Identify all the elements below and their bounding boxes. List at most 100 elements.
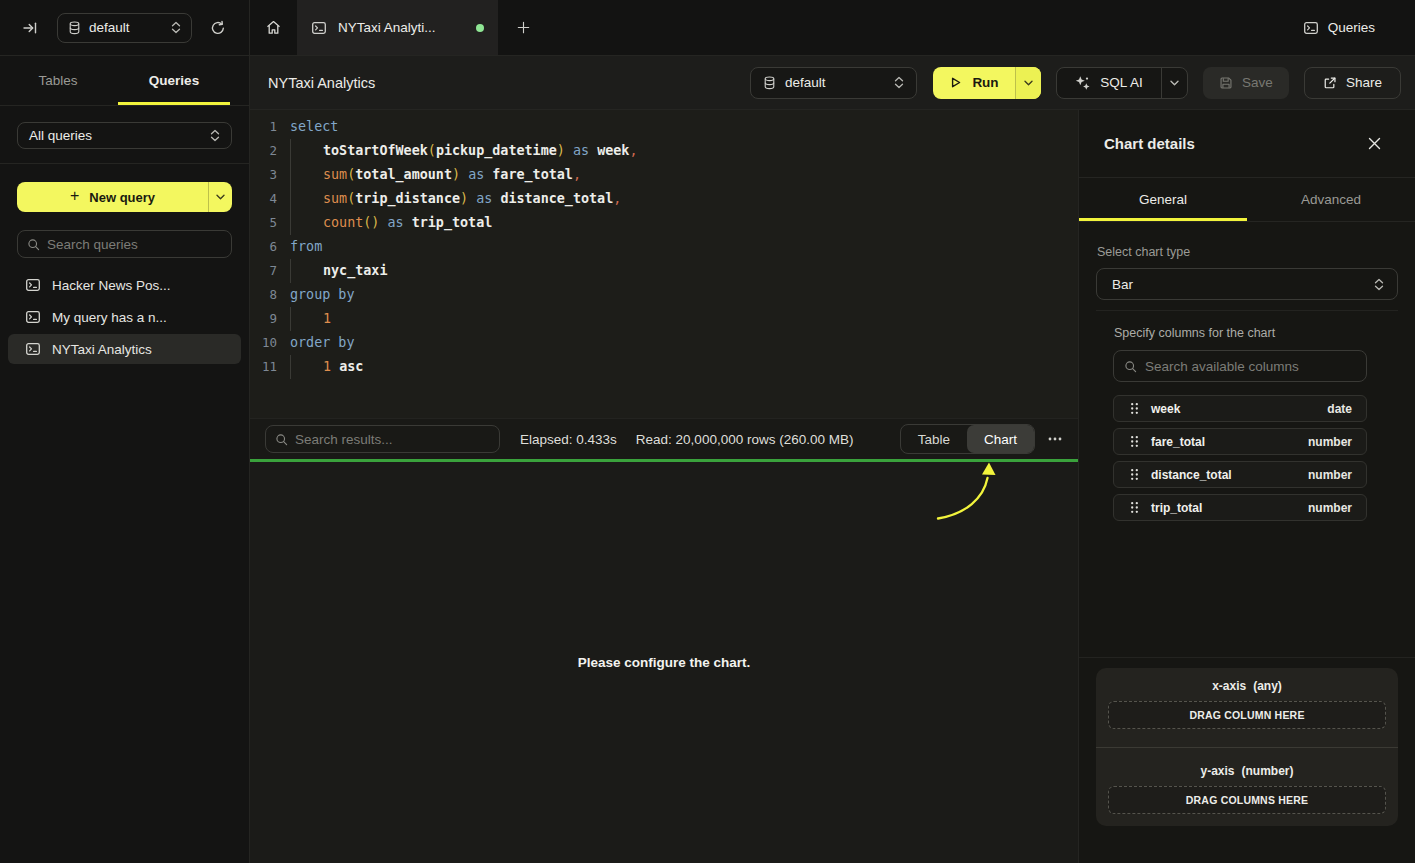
code-line[interactable]: 5count() as trip_total	[250, 211, 1078, 235]
code-line[interactable]: 1select	[250, 115, 1078, 139]
drag-handle-icon[interactable]	[1130, 468, 1139, 481]
query-item[interactable]: My query has a n...	[8, 302, 241, 332]
code-text: group by	[290, 283, 355, 307]
column-row[interactable]: weekdate	[1113, 395, 1367, 422]
save-button[interactable]: Save	[1203, 67, 1289, 99]
line-number: 9	[250, 307, 277, 331]
new-query-button[interactable]: + New query	[17, 182, 232, 212]
search-queries	[17, 230, 232, 258]
column-row[interactable]: trip_totalnumber	[1113, 494, 1367, 521]
search-queries-input[interactable]	[47, 237, 222, 252]
collapse-sidebar-icon[interactable]	[22, 20, 38, 36]
editor-column: 1select2toStartOfWeek(pickup_datetime) a…	[250, 110, 1078, 863]
chart-type-select[interactable]: Bar	[1096, 268, 1398, 300]
terminal-icon	[1303, 20, 1319, 36]
drag-handle-icon[interactable]	[1130, 402, 1139, 415]
code-line[interactable]: 111 asc	[250, 355, 1078, 379]
query-item[interactable]: NYTaxi Analytics	[8, 334, 241, 364]
x-axis-section: x-axis (any) DRAG COLUMN HERE	[1096, 668, 1398, 748]
sql-ai-dropdown[interactable]	[1162, 68, 1187, 98]
close-icon[interactable]	[1368, 137, 1381, 150]
search-icon	[275, 433, 288, 446]
search-columns-input[interactable]	[1145, 359, 1356, 374]
topbar-left: default	[0, 0, 250, 55]
tab-tables[interactable]: Tables	[0, 56, 116, 105]
query-filter-select[interactable]: All queries	[17, 122, 232, 149]
column-row[interactable]: fare_totalnumber	[1113, 428, 1367, 455]
new-query-label: New query	[89, 190, 155, 205]
run-main[interactable]: Run	[933, 67, 1015, 99]
panel-header: Chart details	[1079, 110, 1415, 178]
code-line[interactable]: 6from	[250, 235, 1078, 259]
new-tab-button[interactable]	[498, 0, 548, 55]
column-name: week	[1151, 402, 1180, 416]
query-filter-value: All queries	[29, 128, 92, 143]
share-button[interactable]: Share	[1304, 67, 1401, 99]
code-line[interactable]: 4sum(trip_distance) as distance_total,	[250, 187, 1078, 211]
code-line[interactable]: 8group by	[250, 283, 1078, 307]
code-text: toStartOfWeek(pickup_datetime) as week,	[290, 139, 637, 163]
line-number: 10	[250, 331, 277, 355]
tab-nytaxi-analytics[interactable]: NYTaxi Analyti...	[297, 0, 498, 55]
database-selector-top[interactable]: default	[57, 13, 192, 43]
run-button[interactable]: Run	[933, 67, 1041, 99]
view-chart[interactable]: Chart	[967, 425, 1034, 453]
code-line[interactable]: 3sum(total_amount) as fare_total,	[250, 163, 1078, 187]
code-line[interactable]: 10order by	[250, 331, 1078, 355]
search-icon	[1124, 360, 1137, 373]
new-query-dropdown[interactable]	[209, 182, 232, 212]
x-axis-label: x-axis (any)	[1108, 679, 1386, 693]
run-dropdown[interactable]	[1016, 67, 1041, 99]
sql-ai-button[interactable]: SQL AI	[1056, 67, 1188, 99]
search-results	[265, 425, 500, 453]
sql-ai-label: SQL AI	[1100, 75, 1142, 90]
refresh-icon[interactable]	[210, 20, 226, 36]
chart-type-label: Select chart type	[1097, 245, 1398, 259]
panel-tabs: General Advanced	[1079, 178, 1415, 222]
x-axis-dropzone[interactable]: DRAG COLUMN HERE	[1108, 701, 1386, 729]
sql-editor[interactable]: 1select2toStartOfWeek(pickup_datetime) a…	[250, 110, 1078, 418]
y-axis-dropzone[interactable]: DRAG COLUMNS HERE	[1108, 786, 1386, 814]
sql-ai-main[interactable]: SQL AI	[1057, 68, 1161, 98]
code-line[interactable]: 91	[250, 307, 1078, 331]
home-tab[interactable]	[250, 0, 297, 55]
code-text: 1 asc	[290, 355, 363, 379]
query-item[interactable]: Hacker News Pos...	[8, 270, 241, 300]
view-table[interactable]: Table	[901, 425, 967, 453]
columns-label: Specify columns for the chart	[1114, 326, 1398, 340]
drag-handle-icon[interactable]	[1130, 435, 1139, 448]
tab-queries[interactable]: Queries	[116, 56, 232, 105]
queries-button[interactable]: Queries	[1303, 0, 1415, 55]
terminal-icon	[25, 277, 41, 293]
line-number: 5	[250, 211, 277, 235]
column-type: number	[1308, 435, 1352, 449]
query-toolbar: NYTaxi Analytics default	[250, 56, 1415, 110]
queries-label: Queries	[1328, 20, 1375, 35]
line-number: 6	[250, 235, 277, 259]
tab-general[interactable]: General	[1079, 178, 1247, 221]
database-selector[interactable]: default	[750, 67, 917, 99]
column-name: distance_total	[1151, 468, 1232, 482]
column-row[interactable]: distance_totalnumber	[1113, 461, 1367, 488]
view-switcher: Table Chart	[900, 424, 1035, 454]
terminal-icon	[311, 20, 327, 36]
code-line[interactable]: 7nyc_taxi	[250, 259, 1078, 283]
chart-empty-message: Please configure the chart.	[578, 655, 751, 670]
query-item-label: My query has a n...	[52, 310, 167, 325]
more-options-icon[interactable]	[1048, 437, 1062, 441]
search-results-input[interactable]	[295, 432, 490, 447]
code-line[interactable]: 2toStartOfWeek(pickup_datetime) as week,	[250, 139, 1078, 163]
y-axis-hint: (number)	[1242, 764, 1294, 778]
elapsed-time: Elapsed: 0.433s	[520, 432, 617, 447]
code-text: sum(total_amount) as fare_total,	[290, 163, 581, 187]
drag-handle-icon[interactable]	[1130, 501, 1139, 514]
plus-icon: +	[70, 187, 79, 205]
query-filter: All queries	[0, 106, 249, 149]
new-query-main[interactable]: + New query	[17, 182, 208, 212]
panel-title: Chart details	[1104, 135, 1195, 152]
y-axis-section: y-axis (number) DRAG COLUMNS HERE	[1096, 748, 1398, 826]
line-number: 4	[250, 187, 277, 211]
sparkle-icon	[1075, 75, 1091, 91]
tab-advanced[interactable]: Advanced	[1247, 178, 1415, 221]
sql-console-app: default NYTaxi Analyti...	[0, 0, 1415, 863]
